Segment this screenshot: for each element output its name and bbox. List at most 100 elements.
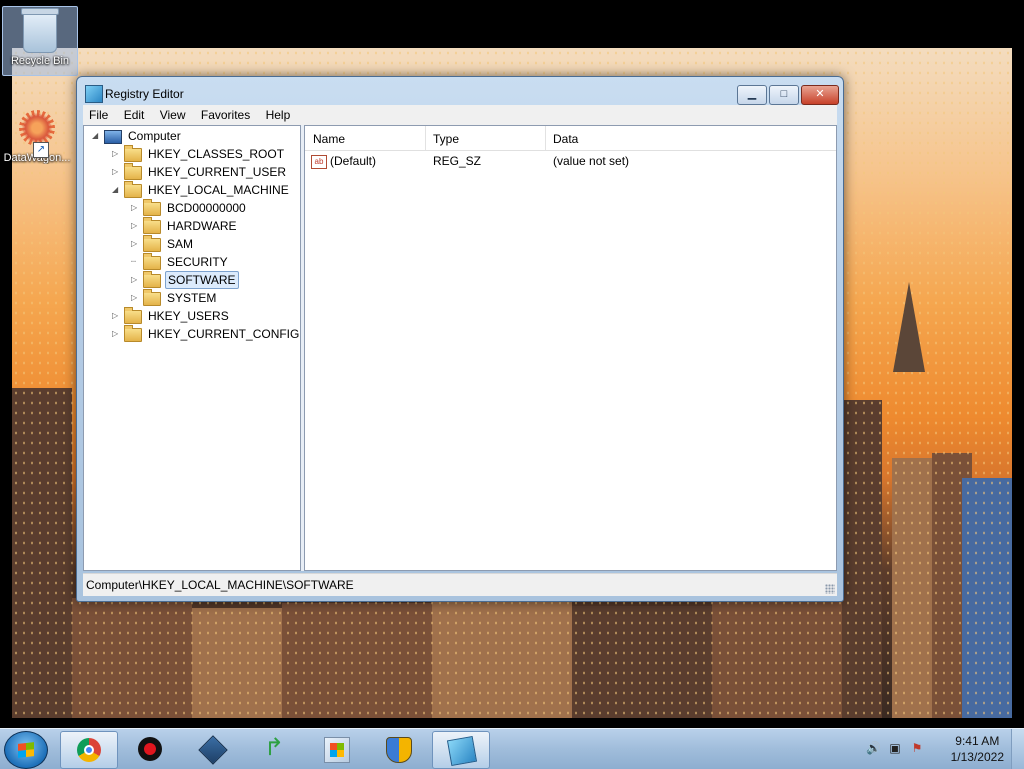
tree-item-label: Computer: [128, 129, 181, 143]
taskbar-arrow-app[interactable]: [246, 731, 302, 767]
taskbar-store[interactable]: [308, 731, 364, 767]
value-name: (Default): [330, 154, 377, 168]
taskbar-virtualbox[interactable]: [184, 731, 240, 767]
title-bar[interactable]: Registry Editor ▁ □ ✕: [77, 77, 843, 107]
folder-icon: [124, 181, 142, 198]
folder-icon: [124, 307, 142, 324]
clock[interactable]: 9:41 AM 1/13/2022: [951, 733, 1004, 765]
tree-item-security[interactable]: ┈ SECURITY: [131, 253, 230, 271]
datawagon-icon: ↗: [19, 110, 55, 158]
menu-favorites[interactable]: Favorites: [195, 105, 256, 122]
menu-edit[interactable]: Edit: [118, 105, 151, 122]
taskbar-regedit[interactable]: [432, 731, 490, 769]
menu-view[interactable]: View: [154, 105, 192, 122]
tree-item-hkey-local-machine[interactable]: ◢ HKEY_LOCAL_MACHINE: [112, 181, 291, 199]
expand-arrow-icon[interactable]: ▷: [131, 235, 141, 253]
close-button[interactable]: ✕: [801, 85, 839, 105]
collapse-arrow-icon[interactable]: ◢: [92, 127, 102, 145]
folder-icon: [143, 235, 161, 252]
taskbar-chrome[interactable]: [60, 731, 118, 769]
tower-spire: [893, 282, 925, 372]
expand-arrow-icon[interactable]: ▷: [131, 271, 141, 289]
tree-item-hardware[interactable]: ▷ HARDWARE: [131, 217, 239, 235]
chrome-icon: [77, 738, 101, 762]
window-title: Registry Editor: [105, 87, 184, 101]
maximize-button[interactable]: □: [769, 85, 799, 105]
tree-line: ┈: [131, 257, 136, 266]
datawagon-shortcut[interactable]: ↗ DataWagon...: [0, 110, 74, 164]
tree-item-software[interactable]: ▷ SOFTWARE: [131, 271, 239, 289]
tree-item-label: HKEY_CLASSES_ROOT: [148, 147, 285, 161]
list-item[interactable]: ab (Default) REG_SZ (value not set): [305, 152, 836, 170]
show-desktop-button[interactable]: [1011, 729, 1024, 769]
taskbar-shield-app[interactable]: [370, 731, 426, 767]
tree-item-label: HKEY_USERS: [148, 309, 229, 323]
recycle-bin-shortcut[interactable]: Recycle Bin: [2, 6, 78, 76]
value-data: (value not set): [553, 154, 630, 168]
record-icon: [138, 737, 162, 761]
tree-item-computer[interactable]: ◢ Computer: [92, 127, 183, 145]
folder-icon: [143, 289, 161, 306]
value-name-cell: ab (Default): [311, 152, 376, 170]
tree-item-sam[interactable]: ▷ SAM: [131, 235, 195, 253]
resize-grip[interactable]: [825, 584, 835, 594]
green-arrow-icon: [262, 733, 286, 761]
folder-icon: [124, 325, 142, 342]
tree-item-hkey-classes-root[interactable]: ▷ HKEY_CLASSES_ROOT: [112, 145, 286, 163]
expand-arrow-icon[interactable]: ▷: [131, 289, 141, 307]
minimize-button[interactable]: ▁: [737, 85, 767, 105]
expand-arrow-icon[interactable]: ▷: [131, 199, 141, 217]
folder-icon: [143, 271, 161, 288]
column-type[interactable]: Type: [433, 132, 459, 146]
key-tree[interactable]: ◢ Computer ▷ HKEY_CLASSES_ROOT ▷ HKEY_CURRE…: [83, 125, 301, 571]
column-separator[interactable]: [425, 126, 426, 150]
tree-item-label: HKEY_LOCAL_MACHINE: [148, 183, 289, 197]
expand-arrow-icon[interactable]: ▷: [112, 145, 122, 163]
tree-item-hkey-current-config[interactable]: ▷ HKEY_CURRENT_CONFIG: [112, 325, 300, 343]
status-bar: Computer\HKEY_LOCAL_MACHINE\SOFTWARE: [83, 573, 837, 596]
virtualbox-icon: [198, 735, 228, 765]
folder-icon: [143, 253, 161, 270]
list-header: Name Type Data: [305, 126, 836, 151]
column-separator[interactable]: [545, 126, 546, 150]
values-list[interactable]: Name Type Data ab (Default) REG_SZ (value…: [304, 125, 837, 571]
network-icon[interactable]: ▣: [888, 741, 902, 755]
menu-help[interactable]: Help: [260, 105, 297, 122]
tree-item-bcd[interactable]: ▷ BCD00000000: [131, 199, 248, 217]
windows-logo-icon: [18, 742, 34, 758]
folder-icon: [124, 145, 142, 162]
status-path: Computer\HKEY_LOCAL_MACHINE\SOFTWARE: [86, 578, 354, 592]
tree-item-system[interactable]: ▷ SYSTEM: [131, 289, 218, 307]
collapse-arrow-icon[interactable]: ◢: [112, 181, 122, 199]
store-icon: [324, 737, 350, 763]
tree-item-label: HARDWARE: [167, 219, 237, 233]
taskbar-recorder[interactable]: [122, 731, 178, 767]
tree-item-label: SECURITY: [167, 255, 228, 269]
clock-time: 9:41 AM: [955, 734, 1000, 748]
expand-arrow-icon[interactable]: ▷: [112, 163, 122, 181]
expand-arrow-icon[interactable]: ▷: [131, 217, 141, 235]
folder-icon: [143, 217, 161, 234]
value-type: REG_SZ: [433, 154, 482, 168]
recycle-bin-icon: [21, 8, 59, 53]
column-data[interactable]: Data: [553, 132, 578, 146]
tree-item-hkey-users[interactable]: ▷ HKEY_USERS: [112, 307, 231, 325]
taskbar: 🔊 ▣ ⚑ 9:41 AM 1/13/2022: [0, 728, 1024, 769]
system-tray: 🔊 ▣ ⚑ 9:41 AM 1/13/2022: [854, 729, 1024, 769]
volume-icon[interactable]: 🔊: [866, 741, 881, 755]
registry-editor-icon: [446, 735, 478, 767]
registry-editor-window: Registry Editor ▁ □ ✕ File Edit View Fav…: [76, 76, 844, 602]
folder-icon: [143, 199, 161, 216]
tree-item-hkey-current-user[interactable]: ▷ HKEY_CURRENT_USER: [112, 163, 288, 181]
menu-file[interactable]: File: [83, 105, 114, 122]
column-name[interactable]: Name: [313, 132, 345, 146]
tree-item-label: HKEY_CURRENT_CONFIG: [148, 327, 300, 341]
expand-arrow-icon[interactable]: ▷: [112, 325, 122, 343]
expand-arrow-icon[interactable]: ▷: [112, 307, 122, 325]
start-button[interactable]: [4, 731, 48, 769]
tree-item-label: BCD00000000: [167, 201, 246, 215]
registry-editor-icon: [85, 85, 103, 103]
shortcut-arrow-icon: ↗: [33, 142, 49, 158]
menu-bar: File Edit View Favorites Help: [83, 105, 837, 126]
action-center-icon[interactable]: ⚑: [910, 741, 924, 755]
